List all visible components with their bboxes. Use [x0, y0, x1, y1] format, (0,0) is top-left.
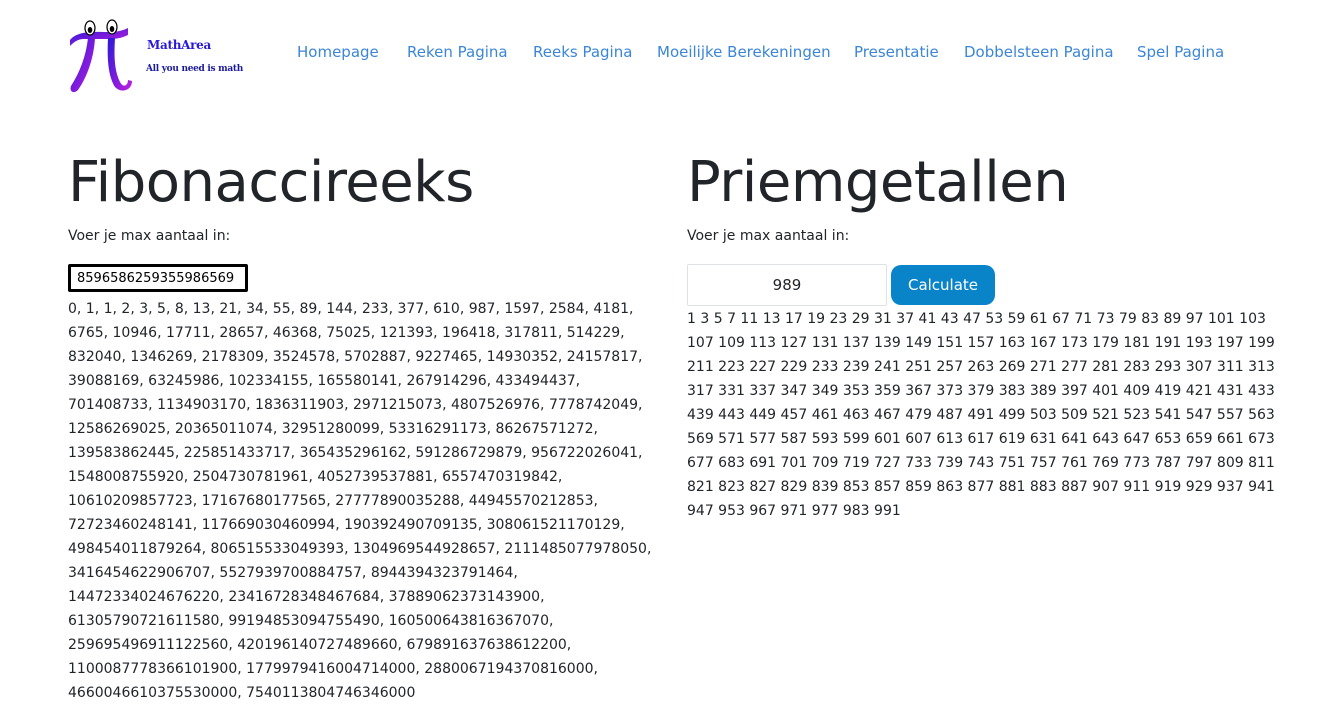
calculate-button[interactable]: Calculate — [891, 265, 995, 305]
primes-prompt: Voer je max aantaal in: — [687, 228, 850, 244]
primes-max-input[interactable] — [687, 264, 887, 306]
nav-link-presentatie[interactable]: Presentatie — [854, 43, 939, 61]
primes-result: 1 3 5 7 11 13 17 19 23 29 31 37 41 43 47… — [687, 311, 1275, 519]
fibonacci-title: Fibonaccireeks — [68, 150, 474, 215]
nav-link-moeilijke-berekeningen[interactable]: Moeilijke Berekeningen — [657, 43, 831, 61]
nav-link-spel-pagina[interactable]: Spel Pagina — [1137, 43, 1224, 61]
brand-title: MathArea — [147, 38, 211, 52]
nav-link-reken-pagina[interactable]: Reken Pagina — [407, 43, 508, 61]
fibonacci-max-input[interactable] — [68, 264, 248, 292]
nav-link-dobbelsteen-pagina[interactable]: Dobbelsteen Pagina — [964, 43, 1114, 61]
nav-link-reeks-pagina[interactable]: Reeks Pagina — [533, 43, 632, 61]
nav-link-homepage[interactable]: Homepage — [297, 43, 379, 61]
fibonacci-prompt: Voer je max aantaal in: — [68, 228, 231, 244]
primes-title: Priemgetallen — [687, 150, 1069, 215]
fibonacci-result: 0, 1, 1, 2, 3, 5, 8, 13, 21, 34, 55, 89,… — [68, 301, 652, 701]
fibonacci-section: Fibonaccireeks Voer je max aantaal in: 0… — [68, 140, 668, 701]
navbar: MathArea All you need is math Homepage R… — [0, 0, 1343, 110]
primes-section: Priemgetallen Voer je max aantaal in: Ca… — [687, 140, 1297, 519]
logo[interactable]: MathArea All you need is math — [66, 18, 251, 94]
pi-icon — [70, 19, 132, 93]
brand-tagline: All you need is math — [146, 64, 243, 74]
